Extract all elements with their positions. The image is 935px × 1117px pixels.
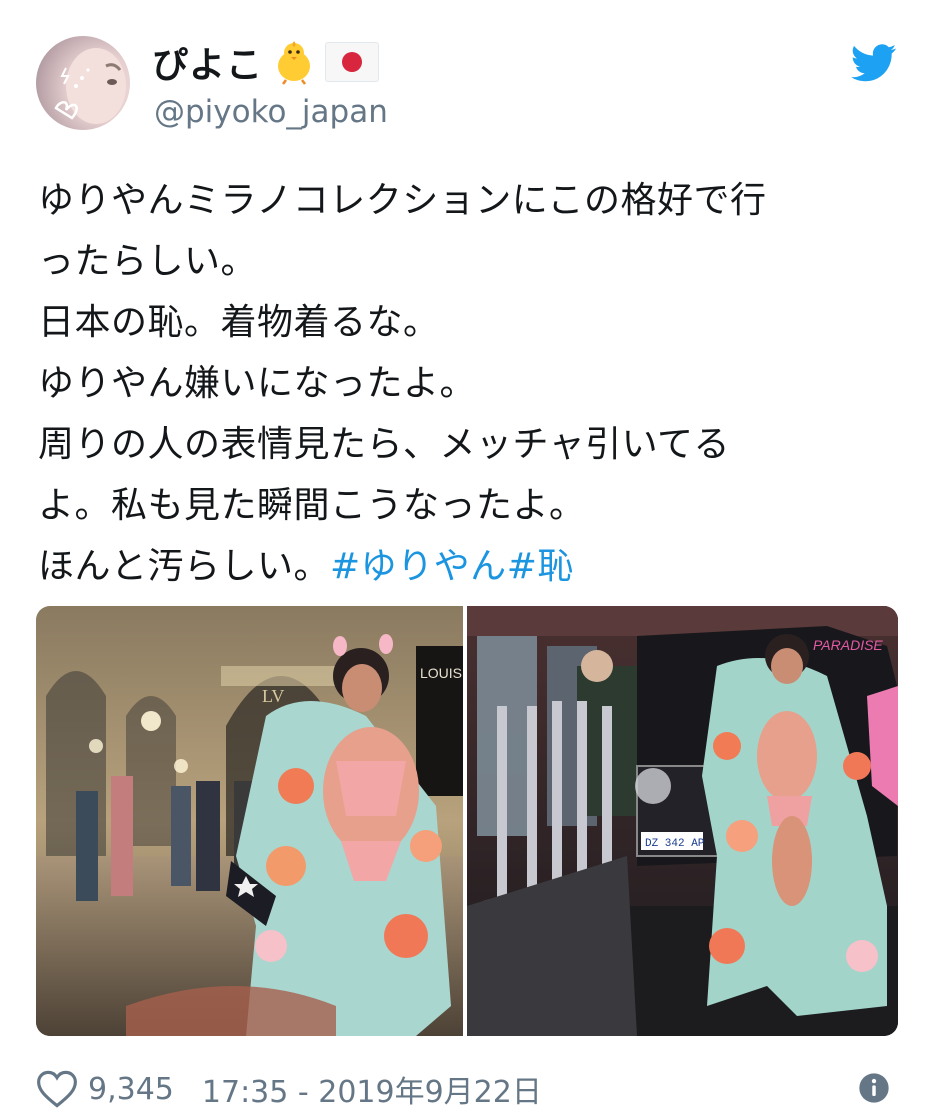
display-name-row[interactable]: ぴよこ (152, 36, 380, 88)
baby-chick-icon (271, 39, 317, 85)
twitter-bird-icon[interactable] (850, 44, 897, 82)
store-sign: LOUIS (420, 665, 462, 681)
tweet-text: ゆりやんミラノコレクションにこの格好で行 ったらしい。 日本の恥。着物着るな。 … (38, 170, 898, 597)
tweet-footer: 9,345 17:35 - 2019年9月22日 (36, 1064, 898, 1114)
logo-sign: LV (262, 686, 284, 706)
photo-street[interactable]: PARADISE DZ 342 AP (467, 606, 898, 1036)
tweet-line: ったらしい。 (38, 241, 258, 282)
japan-flag-icon (325, 42, 380, 82)
tweet-last-line: ほんと汚らしい。#ゆりやん#恥 (38, 536, 898, 597)
user-handle[interactable]: @piyoko_japan (154, 94, 388, 130)
display-name[interactable]: ぴよこ (152, 36, 263, 88)
avatar-drawing (54, 48, 126, 124)
avatar[interactable] (36, 36, 130, 130)
tweet-line: ゆりやんミラノコレクションにこの格好で行 (38, 180, 767, 221)
tweet-line: ほんと汚らしい。 (38, 546, 331, 587)
hashtag-link[interactable]: #ゆりやん (330, 546, 507, 587)
like-count: 9,345 (88, 1071, 174, 1107)
photo-galleria[interactable]: LOUIS LV (36, 606, 463, 1036)
tweet-timestamp[interactable]: 17:35 - 2019年9月22日 (202, 1067, 542, 1111)
tweet-line: よ。私も見た瞬間こうなったよ。 (38, 485, 586, 526)
tweet-line: 周りの人の表情見たら、メッチャ引いてる (38, 424, 731, 465)
license-plate: DZ 342 AP (645, 838, 705, 850)
hashtag-link[interactable]: #恥 (507, 546, 574, 587)
tweet-line: 日本の恥。着物着るな。 (38, 302, 440, 343)
like-heart-icon[interactable] (36, 1069, 78, 1109)
info-icon[interactable] (858, 1072, 890, 1104)
tweet-media[interactable]: LOUIS LV PARADISE DZ 342 AP (36, 606, 898, 1036)
tweet-line: ゆりやん嫌いになったよ。 (38, 363, 477, 404)
car-sign: PARADISE (813, 637, 883, 653)
